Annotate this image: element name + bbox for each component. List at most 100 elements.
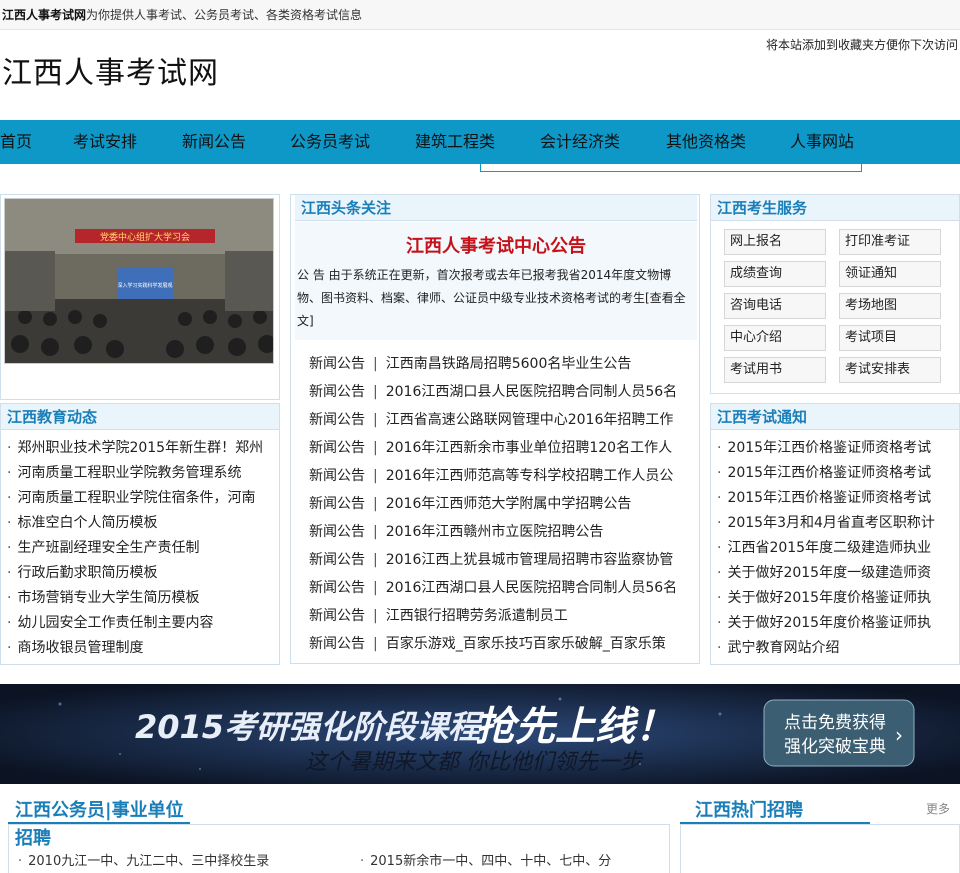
news-text[interactable]: 2016江西上犹县城市管理局招聘市容监察协管 [386,552,674,568]
list-item[interactable]: 郑州职业技术学院2015年新生群！郑州 [1,436,279,461]
photo-screen-text: 深入学习实践科学发展观 [117,282,172,289]
exam-notice-box: 江西考试通知 2015年江西价格鉴证师资格考试 2015年江西价格鉴证师资格考试… [710,403,960,665]
news-tag: 新闻公告 [309,468,365,484]
print-admission-ticket-button[interactable]: 打印准考证 [839,229,941,255]
nav-item-accounting[interactable]: 会计经济类 [540,120,620,164]
score-query-button[interactable]: 成绩查询 [724,261,826,287]
nav-item-hr-sites[interactable]: 人事网站 [790,120,854,164]
ad-banner[interactable]: 2015考研强化阶段课程 抢先上线！ 这个暑期来文都 你比他们领先一步 点击免费… [0,684,960,784]
headline-feature: 江西人事考试中心公告 公 告 由于系统正在更新，首次报考或去年已报考我省2014… [295,222,697,340]
list-item[interactable]: 幼儿园安全工作责任制主要内容 [1,611,279,636]
list-item[interactable]: 市场营销专业大学生简历模板 [1,586,279,611]
photo-banner-text: 党委中心组扩大学习会 [100,231,190,243]
news-tag: 新闻公告 [309,356,365,372]
banner-headline: 2015考研强化阶段课程 [135,708,485,746]
nav-item-news[interactable]: 新闻公告 [182,120,246,164]
list-item[interactable]: 新闻公告 | 2016年江西新余市事业单位招聘120名工作人 [309,434,689,462]
online-register-button[interactable]: 网上报名 [724,229,826,255]
list-item[interactable]: 新闻公告 | 2016江西湖口县人民医院招聘合同制人员56名 [309,378,689,406]
list-item[interactable]: 新闻公告 | 2016江西上犹县城市管理局招聘市容监察协管 [309,546,689,574]
center-intro-button[interactable]: 中心介绍 [724,325,826,351]
list-item[interactable]: 武宁教育网站介绍 [711,636,959,661]
contact-phone-button[interactable]: 咨询电话 [724,293,826,319]
site-name[interactable]: 江西人事考试网 [2,8,86,22]
exam-notice-title: 江西考试通知 [711,404,959,430]
nav-item-civil-service[interactable]: 公务员考试 [290,120,370,164]
site-tagline: 为你提供人事考试、公务员考试、各类资格考试信息 [86,8,363,22]
exam-schedule-button[interactable]: 考试安排表 [839,357,941,383]
nav-item-construction[interactable]: 建筑工程类 [415,120,495,164]
list-item[interactable]: 江西省2015年度二级建造师执业 [711,536,959,561]
list-item[interactable]: · 2015新余市一中、四中、十中、七中、分 [360,850,611,869]
news-text[interactable]: 2016江西湖口县人民医院招聘合同制人员56名 [386,580,677,596]
news-text[interactable]: 2016江西湖口县人民医院招聘合同制人员56名 [386,384,677,400]
news-text[interactable]: 2016年江西师范大学附属中学招聘公告 [386,496,632,512]
nav-item-home[interactable]: 首页 [0,120,32,164]
news-tag: 新闻公告 [309,440,365,456]
news-tag: 新闻公告 [309,580,365,596]
news-text[interactable]: 2016年江西赣州市立医院招聘公告 [386,524,604,540]
list-item[interactable]: 2015年江西价格鉴证师资格考试 [711,461,959,486]
news-text[interactable]: 2016年江西新余市事业单位招聘120名工作人 [386,440,672,456]
list-item[interactable]: 关于做好2015年度一级建造师资 [711,561,959,586]
list-item[interactable]: 新闻公告 | 江西南昌铁路局招聘5600名毕业生公告 [309,350,689,378]
list-item[interactable]: 行政后勤求职简历模板 [1,561,279,586]
exam-items-button[interactable]: 考试项目 [839,325,941,351]
meeting-photo[interactable]: 党委中心组扩大学习会 深入学习实践科学发展观 [4,198,274,364]
list-item[interactable]: 关于做好2015年度价格鉴证师执 [711,586,959,611]
hot-jobs-box [680,824,960,873]
news-text[interactable]: 江西银行招聘劳务派遣制员工 [386,608,568,624]
civil-service-section-title-2[interactable]: 招聘 [15,824,51,850]
news-text[interactable]: 百家乐游戏_百家乐技巧百家乐破解_百家乐策 [386,636,666,652]
list-item[interactable]: 2015年江西价格鉴证师资格考试 [711,436,959,461]
news-tag: 新闻公告 [309,384,365,400]
edu-news-title: 江西教育动态 [1,404,279,430]
more-link[interactable]: 更多 [926,800,950,817]
top-info-bar: 江西人事考试网为你提供人事考试、公务员考试、各类资格考试信息 [0,0,960,30]
list-item-text[interactable]: 2015新余市一中、四中、十中、七中、分 [370,854,611,869]
news-text[interactable]: 江西省高速公路联网管理中心2016年招聘工作 [386,412,674,428]
banner-headline-emphasis: 抢先上线！ [475,704,675,750]
nav-item-exam-schedule[interactable]: 考试安排 [73,120,137,164]
list-item[interactable]: 标准空白个人简历模板 [1,511,279,536]
news-tag: 新闻公告 [309,608,365,624]
certificate-notice-button[interactable]: 领证通知 [839,261,941,287]
banner-cta-line1: 点击免费获得 [784,713,886,733]
main-nav: 首页 考试安排 新闻公告 公务员考试 建筑工程类 会计经济类 其他资格类 人事网… [0,120,960,164]
site-logo[interactable]: 江西人事考试网 [2,48,219,92]
news-text[interactable]: 江西南昌铁路局招聘5600名毕业生公告 [386,356,632,372]
hot-jobs-section-title[interactable]: 江西热门招聘 [695,796,803,822]
list-item[interactable]: 新闻公告 | 2016年江西师范高等专科学校招聘工作人员公 [309,462,689,490]
news-tag: 新闻公告 [309,496,365,512]
list-item[interactable]: 新闻公告 | 2016年江西师范大学附属中学招聘公告 [309,490,689,518]
list-item[interactable]: 生产班副经理安全生产责任制 [1,536,279,561]
headline-title[interactable]: 江西人事考试中心公告 [295,232,697,258]
list-item[interactable]: 新闻公告 | 2016江西湖口县人民医院招聘合同制人员56名 [309,574,689,602]
list-item[interactable]: 新闻公告 | 江西银行招聘劳务派遣制员工 [309,602,689,630]
list-item[interactable]: 2015年3月和4月省直考区职称计 [711,511,959,536]
add-favorite-link[interactable]: 将本站添加到收藏夹方便你下次访问 [766,36,958,53]
list-item[interactable]: 商场收银员管理制度 [1,636,279,661]
news-tag: 新闻公告 [309,552,365,568]
list-item[interactable]: 河南质量工程职业学院住宿条件，河南 [1,486,279,511]
news-tag: 新闻公告 [309,636,365,652]
list-item[interactable]: 新闻公告 | 2016年江西赣州市立医院招聘公告 [309,518,689,546]
news-text[interactable]: 2016年江西师范高等专科学校招聘工作人员公 [386,468,674,484]
news-tag: 新闻公告 [309,524,365,540]
headline-body[interactable]: 公 告 由于系统正在更新，首次报考或去年已报考我省2014年度文物博物、图书资料… [295,264,697,333]
edu-news-box: 江西教育动态 郑州职业技术学院2015年新生群！郑州 河南质量工程职业学院教务管… [0,403,280,665]
nav-item-other-qualifications[interactable]: 其他资格类 [666,120,746,164]
list-item-text[interactable]: 2010九江一中、九江二中、三中择校生录 [28,854,269,869]
list-item[interactable]: · 2010九江一中、九江二中、三中择校生录 [18,850,269,869]
news-list: 新闻公告 | 江西南昌铁路局招聘5600名毕业生公告 新闻公告 | 2016江西湖口县人… [309,350,689,658]
list-item[interactable]: 新闻公告 | 江西省高速公路联网管理中心2016年招聘工作 [309,406,689,434]
list-item[interactable]: 河南质量工程职业学院教务管理系统 [1,461,279,486]
exam-site-map-button[interactable]: 考场地图 [839,293,941,319]
list-item[interactable]: 关于做好2015年度价格鉴证师执 [711,611,959,636]
chevron-right-icon: › [895,723,903,747]
list-item[interactable]: 2015年江西价格鉴证师资格考试 [711,486,959,511]
list-item[interactable]: 新闻公告 | 百家乐游戏_百家乐技巧百家乐破解_百家乐策 [309,630,689,658]
headline-box: 江西头条关注 江西人事考试中心公告 公 告 由于系统正在更新，首次报考或去年已报… [290,194,700,664]
exam-books-button[interactable]: 考试用书 [724,357,826,383]
civil-service-section-title[interactable]: 江西公务员|事业单位 [15,796,184,822]
